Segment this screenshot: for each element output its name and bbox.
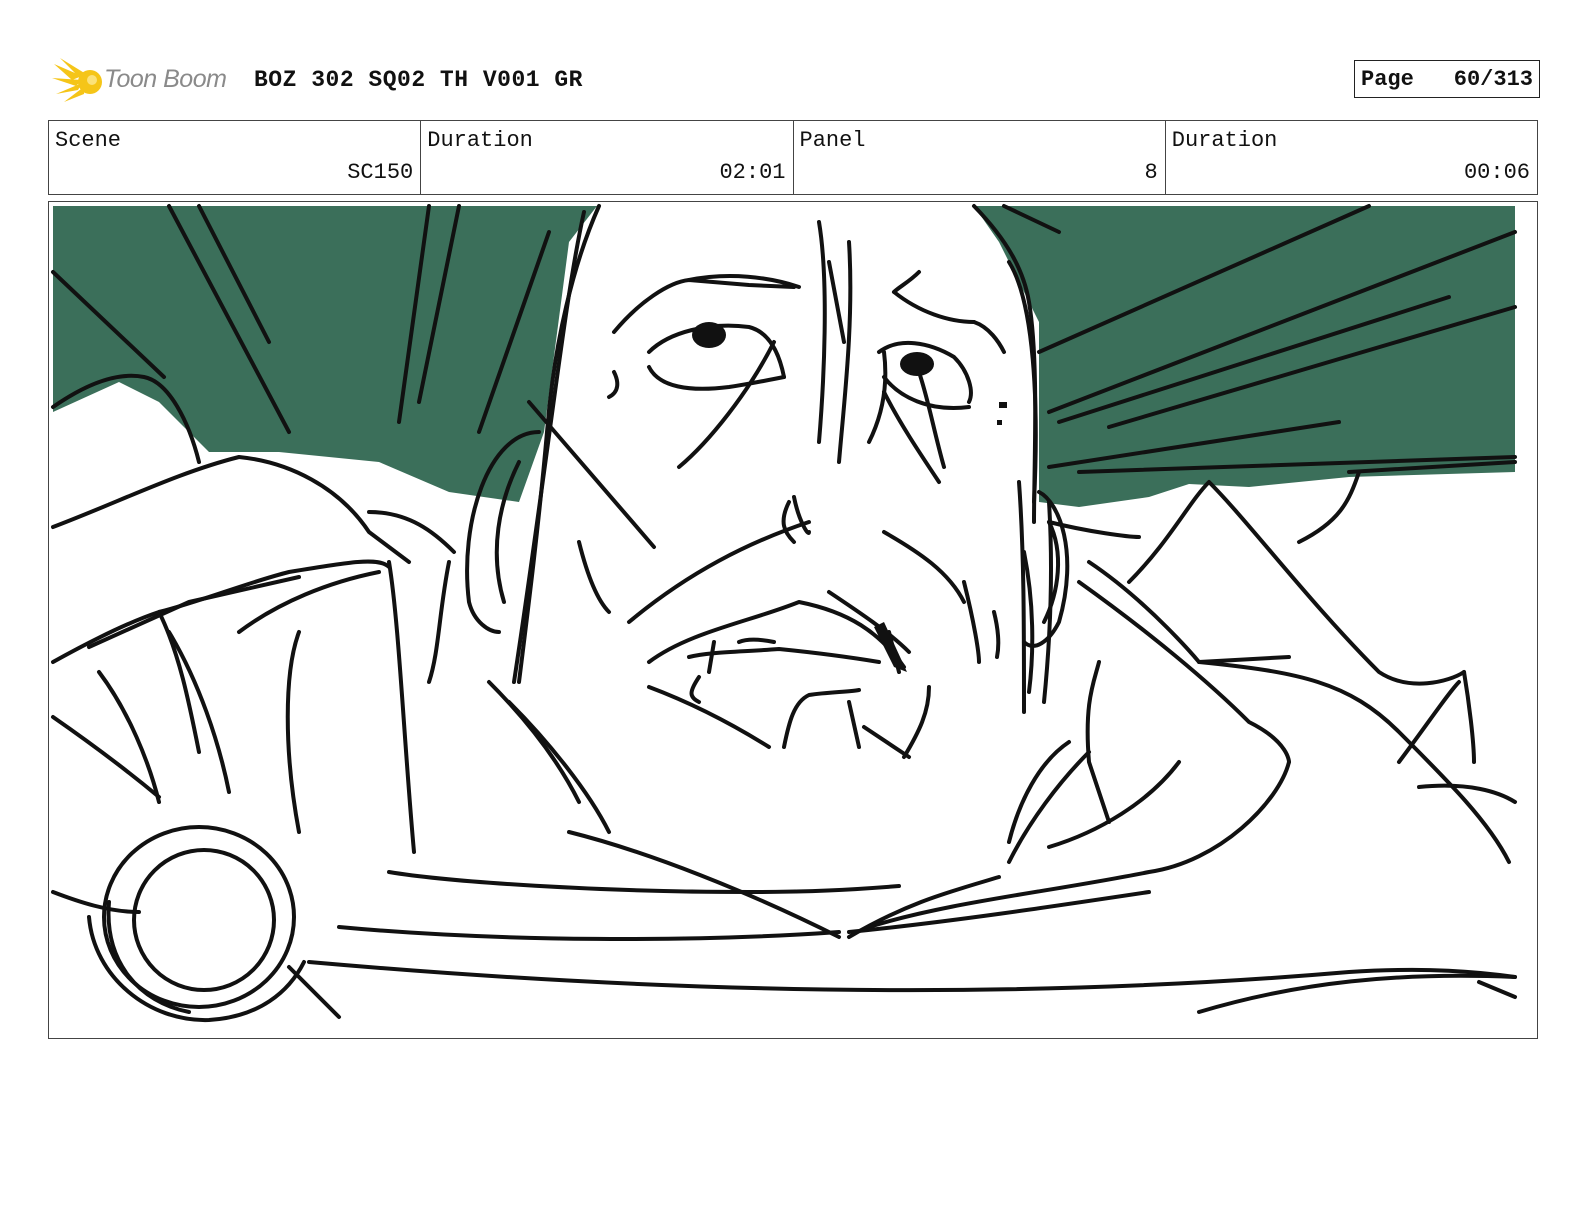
left-pupil bbox=[692, 322, 726, 348]
sky-fill bbox=[53, 206, 597, 502]
scene-value: SC150 bbox=[347, 160, 414, 185]
toon-boom-logo: Toon Boom bbox=[52, 56, 242, 106]
starburst-icon bbox=[52, 58, 102, 102]
scene-duration-cell: Duration 02:01 bbox=[421, 121, 794, 194]
panel-label: Panel bbox=[799, 128, 866, 153]
scene-duration-label: Duration bbox=[427, 128, 533, 153]
panel-value: 8 bbox=[1144, 160, 1158, 185]
panel-duration-value: 00:06 bbox=[1463, 160, 1530, 185]
page-header: Toon Boom BOZ 302 SQ02 TH V001 GR Page 6… bbox=[52, 56, 1540, 106]
page-value: 60/313 bbox=[1453, 67, 1533, 92]
logo-text: Toon Boom bbox=[104, 65, 227, 93]
storyboard-panel bbox=[48, 201, 1538, 1039]
page-label: Page bbox=[1361, 67, 1414, 92]
scene-cell: Scene SC150 bbox=[49, 121, 422, 194]
scene-duration-value: 02:01 bbox=[719, 160, 786, 185]
page-counter: Page 60/313 bbox=[1354, 60, 1540, 98]
scene-label: Scene bbox=[55, 128, 122, 153]
panel-duration-label: Duration bbox=[1171, 128, 1278, 153]
sky-fill-right bbox=[974, 206, 1515, 507]
right-pupil bbox=[900, 352, 934, 376]
panel-duration-cell: Duration 00:06 bbox=[1166, 121, 1537, 194]
scene-info-table: Scene SC150 Duration 02:01 Panel 8 Durat… bbox=[48, 120, 1538, 195]
document-title: BOZ 302 SQ02 TH V001 GR bbox=[254, 67, 583, 93]
panel-cell: Panel 8 bbox=[794, 121, 1166, 194]
storyboard-drawing bbox=[51, 204, 1517, 1023]
